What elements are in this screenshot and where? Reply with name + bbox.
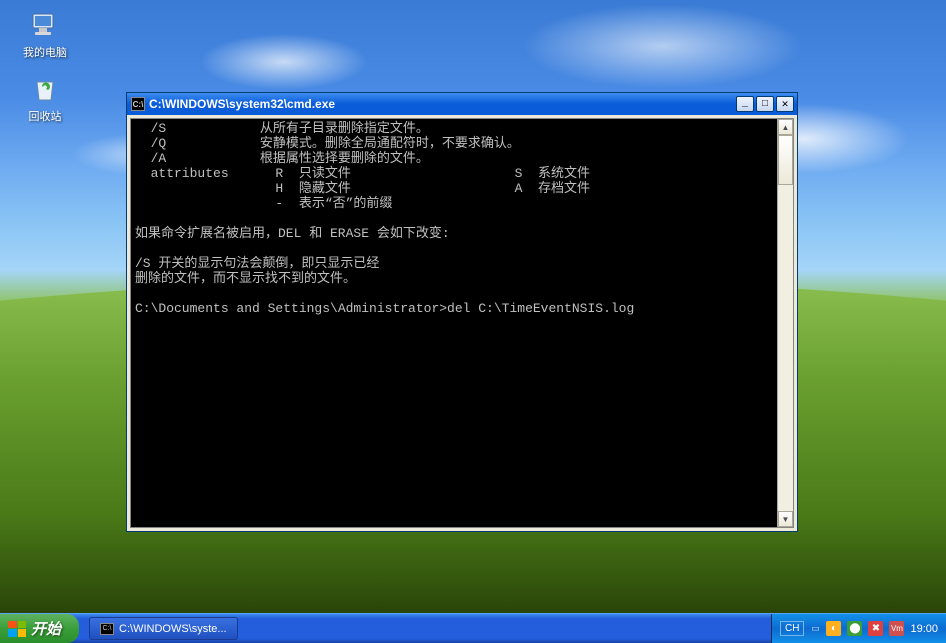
close-button[interactable]: ✕ [776, 96, 794, 112]
cmd-icon: C:\ [100, 623, 114, 635]
windows-logo-icon [8, 621, 26, 637]
titlebar[interactable]: C:\ C:\WINDOWS\system32\cmd.exe _ □ ✕ [127, 93, 797, 115]
taskbar-item-label: C:\WINDOWS\syste... [119, 623, 227, 635]
language-indicator[interactable]: CH [780, 621, 804, 636]
scroll-down-button[interactable]: ▼ [778, 511, 793, 527]
desktop-icon-my-computer[interactable]: 我的电脑 [10, 8, 80, 60]
minimize-button[interactable]: _ [736, 96, 754, 112]
tray-icon[interactable]: ✖ [868, 621, 883, 636]
window-title: C:\WINDOWS\system32\cmd.exe [149, 97, 335, 111]
system-tray: CH ▭ ◐ ⬤ ✖ Vm 19:00 [771, 614, 946, 643]
computer-icon [29, 8, 61, 40]
cmd-client-area: /S 从所有子目录删除指定文件。 /Q 安静模式。删除全局通配符时，不要求确认。… [130, 118, 794, 528]
scroll-up-button[interactable]: ▲ [778, 119, 793, 135]
tray-icon[interactable]: Vm [889, 621, 904, 636]
start-label: 开始 [31, 618, 61, 639]
cmd-output[interactable]: /S 从所有子目录删除指定文件。 /Q 安静模式。删除全局通配符时，不要求确认。… [131, 119, 777, 527]
scroll-track[interactable] [778, 135, 793, 511]
tray-icon[interactable]: ◐ [826, 621, 841, 636]
cmd-window[interactable]: C:\ C:\WINDOWS\system32\cmd.exe _ □ ✕ /S… [126, 92, 798, 532]
tray-icon[interactable]: ⬤ [847, 621, 862, 636]
scroll-thumb[interactable] [778, 135, 793, 185]
taskbar-item-cmd[interactable]: C:\ C:\WINDOWS\syste... [89, 617, 238, 640]
recycle-bin-icon [29, 72, 61, 104]
start-button[interactable]: 开始 [0, 614, 79, 643]
ime-status-icon[interactable]: ▭ [810, 621, 820, 637]
desktop-icon-label: 我的电脑 [10, 44, 80, 60]
desktop-icon-label: 回收站 [10, 108, 80, 124]
clock[interactable]: 19:00 [910, 623, 938, 635]
scrollbar[interactable]: ▲ ▼ [777, 119, 793, 527]
taskbar: 开始 C:\ C:\WINDOWS\syste... CH ▭ ◐ ⬤ ✖ Vm… [0, 613, 946, 643]
cmd-icon: C:\ [131, 97, 145, 111]
desktop-icon-recycle-bin[interactable]: 回收站 [10, 72, 80, 124]
maximize-button[interactable]: □ [756, 96, 774, 112]
